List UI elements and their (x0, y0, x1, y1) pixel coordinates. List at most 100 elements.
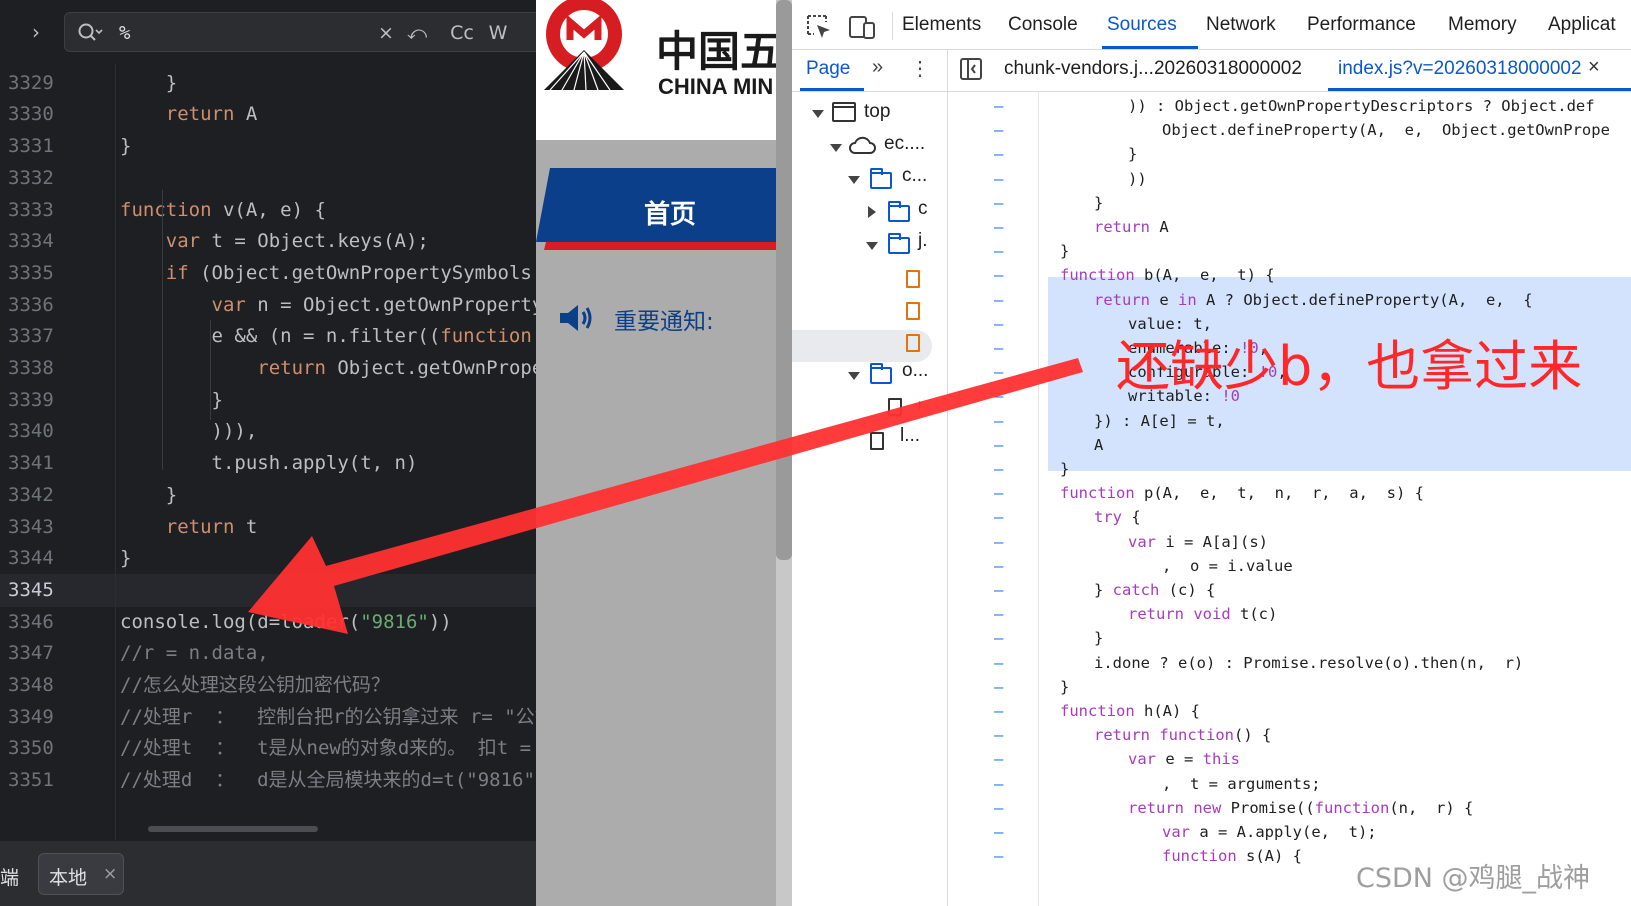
tab-performance[interactable]: Performance (1307, 14, 1416, 36)
tab-local[interactable]: 本地 × (38, 853, 124, 895)
code-line[interactable]: 3345 (0, 573, 536, 607)
breakpoint-gutter-marker[interactable]: – (994, 675, 1003, 699)
file-icon[interactable] (870, 432, 884, 450)
tree-item-top[interactable]: top (864, 97, 890, 127)
close-icon[interactable]: × (103, 864, 117, 884)
breakpoint-gutter-marker[interactable]: – (994, 481, 1003, 505)
breakpoint-gutter-marker[interactable]: – (994, 578, 1003, 602)
source-line[interactable]: –} (948, 457, 1631, 481)
tree-item-folder-c2[interactable]: c (918, 194, 928, 224)
close-icon[interactable]: × (1588, 56, 1600, 79)
source-line[interactable]: – i.done ? e(o) : Promise.resolve(o).then… (948, 651, 1631, 675)
expand-caret-icon[interactable] (812, 110, 824, 118)
tree-item-file-r[interactable]: r (918, 389, 923, 419)
file-icon[interactable] (888, 398, 902, 416)
source-line[interactable]: –)) (948, 167, 1631, 191)
breakpoint-gutter-marker[interactable]: – (994, 844, 1003, 868)
expand-caret-icon[interactable] (866, 242, 878, 250)
code-line[interactable]: 3329 } (0, 67, 536, 100)
source-line[interactable]: – function h(A) { (948, 699, 1631, 723)
code-line[interactable]: 3348 //怎么处理这段公钥加密代码？ (0, 669, 536, 702)
source-line[interactable]: –} (948, 191, 1631, 215)
source-line[interactable]: –} (948, 142, 1631, 166)
code-line[interactable]: 3337 e && (n = n.filter((function (0, 320, 536, 353)
source-line[interactable]: – , t = arguments; (948, 772, 1631, 796)
source-line[interactable]: – function p(A, e, t, n, r, a, s) { (948, 481, 1631, 505)
code-line[interactable]: 3346 console.log(d=loader("9816")) (0, 606, 536, 639)
code-line[interactable]: 3350 //处理t ： t是从new的对象d来的。 扣t = (0, 732, 536, 765)
match-case-button[interactable]: Cc (445, 19, 479, 47)
source-line[interactable]: – var i = A[a](s) (948, 530, 1631, 554)
breakpoint-gutter-marker[interactable]: – (994, 142, 1003, 166)
breakpoint-gutter-marker[interactable]: – (994, 336, 1003, 360)
search-icon[interactable] (77, 21, 103, 45)
code-line[interactable]: 3335 if (Object.getOwnPropertySymbols (0, 257, 536, 290)
code-line[interactable]: 3344} (0, 542, 536, 575)
breakpoint-gutter-marker[interactable]: – (994, 360, 1003, 384)
source-line[interactable]: –)) : Object.getOwnPropertyDescriptors ?… (948, 94, 1631, 118)
breakpoint-gutter-marker[interactable]: – (994, 530, 1003, 554)
breakpoint-gutter-marker[interactable]: – (994, 602, 1003, 626)
tab-elements[interactable]: Elements (902, 14, 981, 36)
breakpoint-gutter-marker[interactable]: – (994, 747, 1003, 771)
file-tab-index-js[interactable]: index.js?v=20260318000002 (1338, 58, 1582, 80)
breakpoint-gutter-marker[interactable]: – (994, 433, 1003, 457)
device-toolbar-icon[interactable] (848, 14, 876, 40)
breakpoint-gutter-marker[interactable]: – (994, 263, 1003, 287)
expand-caret-icon[interactable] (848, 176, 860, 184)
breakpoint-gutter-marker[interactable]: – (994, 312, 1003, 336)
source-line[interactable]: – var a = A.apply(e, t); (948, 820, 1631, 844)
new-line-icon[interactable]: ⤺ (403, 19, 431, 47)
code-line[interactable]: 3340 ))), (0, 415, 536, 448)
code-line[interactable]: 3347 //r = n.data, (0, 637, 536, 670)
more-tabs-icon[interactable]: » (872, 56, 883, 79)
breakpoint-gutter-marker[interactable]: – (994, 651, 1003, 675)
breakpoint-gutter-marker[interactable]: – (994, 215, 1003, 239)
minmetals-logo-icon[interactable] (536, 0, 636, 96)
subtab-page[interactable]: Page (806, 58, 850, 80)
file-tab-chunk-vendors[interactable]: chunk-vendors.j...20260318000002 (1004, 58, 1302, 80)
code-area[interactable]: 3328 })3329 }3330 return A3331}33323333f… (0, 40, 536, 840)
breakpoint-gutter-marker[interactable]: – (994, 239, 1003, 263)
code-line[interactable]: 3331} (0, 130, 536, 163)
breakpoint-gutter-marker[interactable]: – (994, 118, 1003, 142)
breakpoint-gutter-marker[interactable]: – (994, 772, 1003, 796)
breakpoint-gutter-marker[interactable]: – (994, 457, 1003, 481)
whole-words-button[interactable]: W (485, 19, 511, 47)
breakpoint-gutter-marker[interactable]: – (994, 505, 1003, 529)
source-line[interactable]: – , o = i.value (948, 554, 1631, 578)
expand-caret-icon[interactable] (848, 372, 860, 380)
js-file-icon[interactable] (906, 270, 920, 288)
tree-item-folder-c[interactable]: c... (902, 161, 927, 191)
source-line[interactable]: – A (948, 433, 1631, 457)
tab-sources[interactable]: Sources (1107, 14, 1177, 36)
js-file-icon[interactable] (906, 302, 920, 320)
code-line[interactable]: 3351 //处理d ： d是从全局模块来的d=t("9816") (0, 764, 536, 797)
tree-item-folder-j[interactable]: j. (918, 226, 928, 256)
collapse-caret-icon[interactable] (868, 206, 876, 218)
breakpoint-gutter-marker[interactable]: – (994, 288, 1003, 312)
toggle-navigator-icon[interactable] (960, 58, 982, 80)
breakpoint-gutter-marker[interactable]: – (994, 554, 1003, 578)
source-line[interactable]: – return new Promise((function(n, r) { (948, 796, 1631, 820)
breakpoint-gutter-marker[interactable]: – (994, 626, 1003, 650)
source-line[interactable]: – try { (948, 505, 1631, 529)
code-editor[interactable]: 3328 })3329 }3330 return A3331}33323333f… (0, 0, 536, 906)
js-file-icon[interactable] (906, 334, 920, 352)
breakpoint-gutter-marker[interactable]: – (994, 820, 1003, 844)
source-line[interactable]: –} (948, 675, 1631, 699)
terminal-tab-label[interactable]: 端 (0, 863, 19, 890)
breakpoint-gutter-marker[interactable]: – (994, 384, 1003, 408)
code-line[interactable]: 3338 return Object.getOwnProper (0, 352, 536, 385)
breakpoint-gutter-marker[interactable]: – (994, 723, 1003, 747)
code-line[interactable]: 3342 } (0, 479, 536, 512)
horizontal-scrollbar[interactable] (148, 826, 318, 832)
find-replace-toggle[interactable]: › (22, 18, 50, 46)
expand-caret-icon[interactable] (830, 144, 842, 152)
source-line[interactable]: – var e = this (948, 747, 1631, 771)
code-line[interactable]: 3330 return A (0, 98, 536, 131)
breakpoint-gutter-marker[interactable]: – (994, 191, 1003, 215)
code-line[interactable]: 3334 var t = Object.keys(A); (0, 225, 536, 258)
breakpoint-gutter-marker[interactable]: – (994, 94, 1003, 118)
tab-console[interactable]: Console (1008, 14, 1078, 36)
